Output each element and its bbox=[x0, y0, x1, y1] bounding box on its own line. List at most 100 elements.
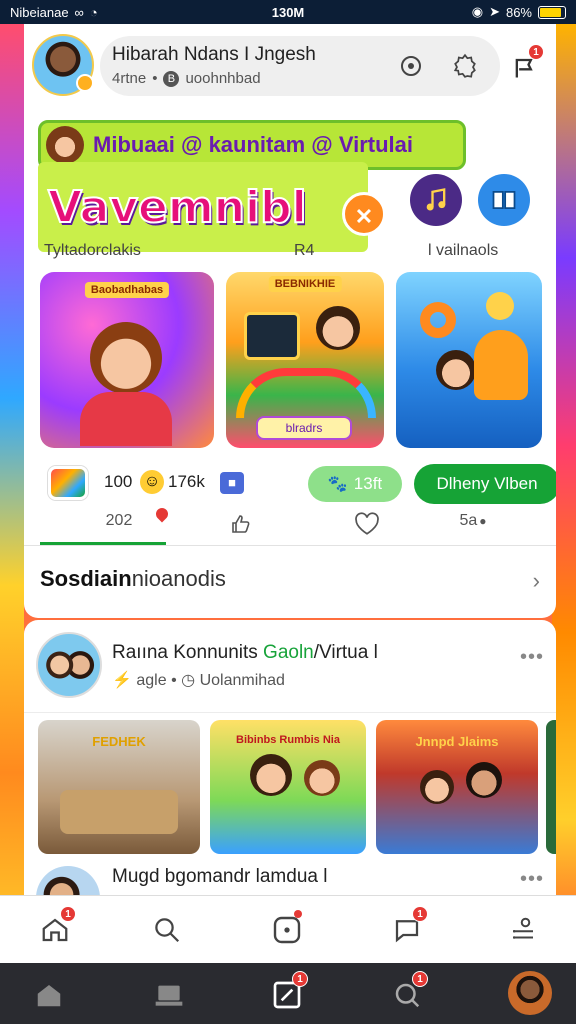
video-thumb-1[interactable]: Baobadhabas bbox=[40, 272, 214, 448]
thumb-tag: BEBNIKHIE bbox=[268, 276, 342, 292]
share-label: 5a bbox=[459, 512, 478, 529]
share-button[interactable]: 5a ● bbox=[448, 512, 498, 530]
feed-post-card: Raıına Konnunits Gaoln/Virtua l ⚡ agle •… bbox=[24, 620, 556, 895]
banner-title: Vavemnibl bbox=[38, 162, 368, 252]
count-tab[interactable]: 202 bbox=[94, 512, 144, 530]
home-icon bbox=[37, 985, 61, 1007]
avatar-badge bbox=[76, 74, 94, 92]
profile-name: Hibarah Ndans I Jngesh bbox=[112, 44, 316, 65]
kid-character bbox=[420, 770, 454, 804]
action-row: 202 5a ● bbox=[40, 505, 540, 544]
sys-search-button[interactable]: 1 bbox=[384, 971, 430, 1015]
settings-button[interactable] bbox=[450, 51, 480, 81]
tab-create[interactable] bbox=[262, 906, 312, 954]
section-label-right[interactable]: l vailnaols bbox=[428, 242, 498, 260]
stat-count: 100 bbox=[104, 472, 133, 491]
system-nav-bar: 1 1 bbox=[0, 963, 576, 1024]
notifications-button[interactable]: 1 bbox=[508, 44, 544, 84]
section-labels: Tyltadorclakis R4 l vailnaols bbox=[44, 242, 544, 262]
battery-icon bbox=[538, 5, 566, 19]
more-options-icon[interactable]: ••• bbox=[520, 868, 544, 891]
tab-home[interactable]: 1 bbox=[30, 906, 80, 954]
create-dot bbox=[294, 910, 302, 918]
bolt-icon: ⚡ bbox=[112, 672, 132, 689]
dino-slide bbox=[474, 330, 528, 400]
chevron-right-icon[interactable]: › bbox=[533, 568, 540, 594]
menu-icon bbox=[513, 917, 533, 939]
section-label-left[interactable]: Tyltadorclakis bbox=[44, 242, 141, 260]
count-label: 202 bbox=[105, 512, 133, 529]
post-thumb-title: Bibinbs Rumbis Nia bbox=[236, 734, 340, 746]
post-header: Raıına Konnunits Gaoln/Virtua l ⚡ agle •… bbox=[36, 632, 544, 702]
clock: 130M bbox=[271, 4, 305, 20]
donut-float bbox=[420, 302, 456, 338]
video-thumb-2[interactable]: BEBNIKHIE blradrs bbox=[226, 272, 384, 448]
app-logo-icon[interactable] bbox=[48, 466, 88, 500]
post-thumb-peek bbox=[546, 720, 556, 854]
adult-character bbox=[466, 762, 502, 798]
search-icon bbox=[155, 918, 180, 943]
divider bbox=[24, 545, 556, 546]
follow-pill-label: 13ft bbox=[353, 474, 383, 493]
create-icon bbox=[273, 916, 301, 944]
book-button[interactable] bbox=[478, 174, 530, 226]
post-thumb-2[interactable]: Bibinbs Rumbis Nia bbox=[210, 720, 366, 854]
sofa bbox=[60, 790, 178, 834]
thumb-cta-button[interactable]: blradrs bbox=[256, 416, 352, 440]
tv-device bbox=[244, 312, 300, 360]
separator: • bbox=[171, 672, 177, 689]
app-tab-bar: 1 1 bbox=[0, 895, 576, 963]
post-avatar[interactable] bbox=[36, 632, 102, 698]
book-icon bbox=[492, 190, 516, 210]
stats-row: 100 ☺ 176k ■ 🐾 13ft Dlheny Vlben bbox=[44, 464, 556, 504]
sys-library-button[interactable] bbox=[146, 975, 192, 1015]
promo-banner[interactable]: Mibuaai @ kaunitam @ Virtulai Vavemnibl … bbox=[38, 120, 466, 252]
more-options-icon[interactable]: ••• bbox=[520, 646, 544, 669]
location-pin-button[interactable] bbox=[396, 51, 426, 81]
cube-icon: ■ bbox=[220, 472, 244, 494]
section-label-mid[interactable]: R4 bbox=[294, 242, 314, 260]
avatar[interactable] bbox=[32, 34, 94, 96]
post2-author[interactable]: Mugd bgomandr lamdua l bbox=[112, 866, 327, 888]
video-thumb-3[interactable] bbox=[396, 272, 542, 448]
divider bbox=[24, 712, 556, 713]
profile-pill[interactable]: Hibarah Ndans I Jngesh 4rtne • B uoohnhb… bbox=[100, 36, 500, 96]
section-title[interactable]: Sosdiainnioanodis bbox=[40, 566, 226, 592]
music-button[interactable] bbox=[410, 174, 462, 226]
profile-avatar[interactable] bbox=[508, 971, 552, 1015]
sys-home-button[interactable] bbox=[26, 975, 72, 1015]
post-author-a: Raıına Konnunits bbox=[112, 642, 258, 663]
primary-action-button[interactable]: Dlheny Vlben bbox=[414, 464, 556, 504]
post2-avatar[interactable] bbox=[36, 866, 100, 895]
notification-badge: 1 bbox=[528, 44, 544, 60]
post-author[interactable]: Raıına Konnunits Gaoln/Virtua l bbox=[112, 642, 378, 664]
sys-search-badge: 1 bbox=[412, 971, 428, 987]
follow-pill[interactable]: 🐾 13ft bbox=[308, 466, 402, 502]
separator: • bbox=[152, 70, 158, 87]
favorite-button[interactable] bbox=[342, 512, 392, 536]
post-thumb-3[interactable]: Jnnpd Jlaims bbox=[376, 720, 538, 854]
tab-messages-badge: 1 bbox=[412, 906, 428, 922]
kid-character bbox=[316, 306, 360, 350]
girl-character bbox=[304, 760, 340, 796]
heart-icon bbox=[355, 512, 379, 535]
sys-edit-button[interactable]: 1 bbox=[264, 971, 310, 1015]
tab-messages[interactable]: 1 bbox=[382, 906, 432, 954]
sys-edit-badge: 1 bbox=[292, 971, 308, 987]
post-thumb-1[interactable]: FEDHEK bbox=[38, 720, 200, 854]
post2-header: Mugd bgomandr lamdua l ••• bbox=[36, 862, 544, 895]
post-meta-a: agle bbox=[136, 672, 167, 689]
tab-menu[interactable] bbox=[498, 906, 548, 954]
profile-sub-left: 4rtne bbox=[112, 70, 147, 87]
tab-search[interactable] bbox=[142, 906, 192, 954]
kid-character bbox=[436, 350, 476, 390]
kid-shirt bbox=[80, 392, 172, 446]
like-button[interactable] bbox=[216, 512, 266, 536]
profile-sub-right: uoohnhbad bbox=[185, 70, 261, 87]
post-meta-b: Uolanmihad bbox=[199, 672, 285, 689]
pin-marker-icon bbox=[153, 505, 171, 523]
tab-home-badge: 1 bbox=[60, 906, 76, 922]
close-badge[interactable]: ✕ bbox=[342, 192, 386, 236]
thumb-tag: Baobadhabas bbox=[84, 282, 170, 298]
laptop-icon bbox=[155, 985, 183, 1006]
